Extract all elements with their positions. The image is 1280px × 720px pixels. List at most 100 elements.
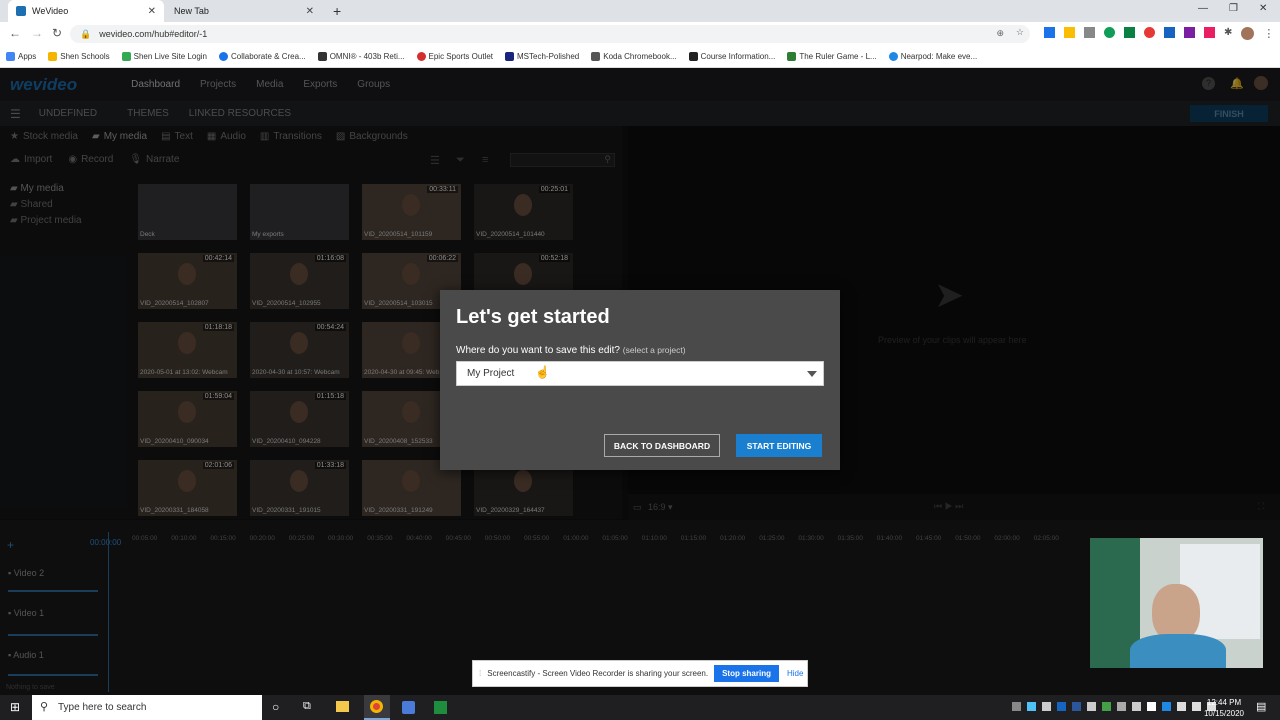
windows-start-icon[interactable]: ⊞: [10, 700, 20, 714]
site-icon: [505, 52, 514, 61]
dialog-title: Let's get started: [456, 306, 610, 328]
task-view-icon[interactable]: ⧉: [303, 700, 311, 713]
chrome-taskbar-item[interactable]: [364, 695, 390, 720]
tray-icon[interactable]: [1072, 702, 1081, 711]
install-icon[interactable]: ⊕: [996, 28, 1004, 39]
dialog-hint: (select a project): [622, 345, 686, 355]
site-icon: [219, 52, 228, 61]
close-window-icon[interactable]: ✕: [1259, 3, 1267, 14]
site-icon: [416, 52, 426, 61]
tray-icon[interactable]: [1102, 702, 1111, 711]
tray-icon[interactable]: [1027, 702, 1036, 711]
tab-title: New Tab: [174, 6, 209, 16]
drag-handle-icon[interactable]: ⁞: [479, 669, 481, 678]
dropdown-arrow-icon: [807, 371, 817, 377]
tray-icon[interactable]: [1012, 702, 1021, 711]
bookmark-epic-sports[interactable]: Epic Sports Outlet: [411, 52, 499, 61]
tray-icon[interactable]: [1117, 702, 1126, 711]
extensions-row: ✱ ⋮: [1044, 27, 1274, 40]
extension-icon[interactable]: [1124, 27, 1135, 38]
drive-icon[interactable]: [1064, 27, 1075, 38]
project-select[interactable]: My Project ☝: [456, 361, 824, 386]
bookmark-collaborate[interactable]: Collaborate & Crea...: [213, 52, 312, 61]
bluetooth-icon[interactable]: [1162, 702, 1171, 711]
taskbar-search-placeholder: Type here to search: [58, 702, 147, 713]
tray-icon[interactable]: [1042, 702, 1051, 711]
forward-arrow-icon[interactable]: →: [31, 26, 43, 40]
close-tab-icon[interactable]: ✕: [148, 6, 156, 17]
microphone-icon[interactable]: [1177, 702, 1186, 711]
site-icon: [888, 52, 898, 61]
chrome-icon: [370, 700, 383, 713]
tab-title: WeVideo: [32, 6, 69, 16]
extension-icon[interactable]: [1104, 27, 1115, 38]
lock-icon: 🔒: [80, 28, 92, 39]
extension-icon[interactable]: [1164, 27, 1175, 38]
system-tray: [1012, 702, 1216, 711]
site-icon: [121, 52, 131, 61]
url-field[interactable]: 🔒 wevideo.com/hub#editor/-1 ⊕ ☆: [70, 25, 1030, 43]
tray-icon[interactable]: [1057, 702, 1066, 711]
extension-icon[interactable]: [1044, 27, 1055, 38]
bookmarks-bar: Apps Shen Schools Shen Live Site Login C…: [0, 46, 1280, 68]
tab-wevideo[interactable]: WeVideo ✕: [8, 0, 164, 22]
bookmark-shen-live[interactable]: Shen Live Site Login: [116, 52, 213, 61]
taskbar-search[interactable]: ⚲ Type here to search: [32, 695, 262, 720]
bookmark-star-icon[interactable]: ☆: [1016, 27, 1024, 38]
restore-icon[interactable]: ❐: [1229, 3, 1238, 14]
webcam-overlay: [1090, 538, 1263, 668]
browser-tab-bar: WeVideo ✕ New Tab ✕ + — ❐ ✕: [0, 0, 1280, 22]
apps-grid-icon: [6, 52, 15, 61]
extension-icon[interactable]: [1184, 27, 1195, 38]
get-started-dialog: Let's get started Where do you want to s…: [440, 290, 840, 470]
selected-project: My Project: [467, 368, 515, 379]
cortana-icon[interactable]: ○: [272, 700, 279, 714]
tray-icon[interactable]: [1132, 702, 1141, 711]
clock-date: 10/15/2020: [1203, 709, 1245, 718]
extensions-puzzle-icon[interactable]: ✱: [1224, 27, 1232, 40]
webcam-person-shirt: [1130, 634, 1226, 668]
hide-button[interactable]: Hide: [787, 669, 803, 678]
tray-icon[interactable]: [1147, 702, 1156, 711]
file-explorer-icon[interactable]: [336, 701, 349, 712]
stop-sharing-button[interactable]: Stop sharing: [714, 665, 779, 682]
site-icon: [591, 52, 601, 61]
minimize-icon[interactable]: —: [1198, 3, 1208, 14]
extension-icon[interactable]: [1084, 27, 1095, 38]
screen-share-bar: ⁞ Screencastify - Screen Video Recorder …: [472, 660, 808, 687]
close-tab-icon[interactable]: ✕: [306, 6, 314, 17]
bookmark-nearpod[interactable]: Nearpod: Make eve...: [883, 52, 983, 61]
clock-time: 12:44 PM: [1206, 698, 1242, 707]
extension-icon[interactable]: [1204, 27, 1215, 38]
chrome-menu-icon[interactable]: ⋮: [1263, 27, 1274, 40]
bookmark-omni[interactable]: OMNI® - 403b Reti...: [312, 52, 411, 61]
mouse-cursor-icon: ☝: [535, 365, 550, 379]
bookmark-mstech[interactable]: MSTech-Polished: [499, 52, 585, 61]
bookmark-koda[interactable]: Koda Chromebook...: [585, 52, 682, 61]
bookmark-shen-schools[interactable]: Shen Schools: [42, 52, 115, 61]
wevideo-favicon-icon: [16, 6, 26, 16]
screencastify-icon[interactable]: [1144, 27, 1155, 38]
address-bar-row: ← → ↻ 🔒 wevideo.com/hub#editor/-1 ⊕ ☆ ✱ …: [0, 22, 1280, 46]
bookmark-apps[interactable]: Apps: [0, 52, 42, 61]
site-icon: [317, 52, 327, 61]
profile-avatar[interactable]: [1241, 27, 1255, 40]
bookmark-course-info[interactable]: Course Information...: [683, 52, 782, 61]
back-arrow-icon[interactable]: ←: [9, 26, 21, 40]
start-editing-button[interactable]: START EDITING: [736, 434, 822, 457]
search-icon: ⚲: [40, 701, 49, 713]
app-icon[interactable]: [402, 701, 415, 714]
site-icon: [688, 52, 698, 61]
folder-icon: [48, 52, 58, 61]
dialog-question: Where do you want to save this edit? (se…: [456, 345, 686, 356]
reload-icon[interactable]: ↻: [52, 26, 62, 40]
windows-taskbar: ⊞ ⚲ Type here to search ○ ⧉ 12:44 PM 10/…: [0, 695, 1280, 720]
tab-new-tab[interactable]: New Tab ✕: [166, 0, 322, 22]
bookmark-ruler-game[interactable]: The Ruler Game - L...: [781, 52, 882, 61]
app-icon[interactable]: [434, 701, 447, 714]
new-tab-plus-icon[interactable]: +: [333, 3, 341, 19]
tray-icon[interactable]: [1087, 702, 1096, 711]
notifications-icon[interactable]: ▤: [1256, 700, 1266, 713]
system-clock[interactable]: 12:44 PM 10/15/2020: [1196, 697, 1252, 719]
back-to-dashboard-button[interactable]: BACK TO DASHBOARD: [604, 434, 720, 457]
